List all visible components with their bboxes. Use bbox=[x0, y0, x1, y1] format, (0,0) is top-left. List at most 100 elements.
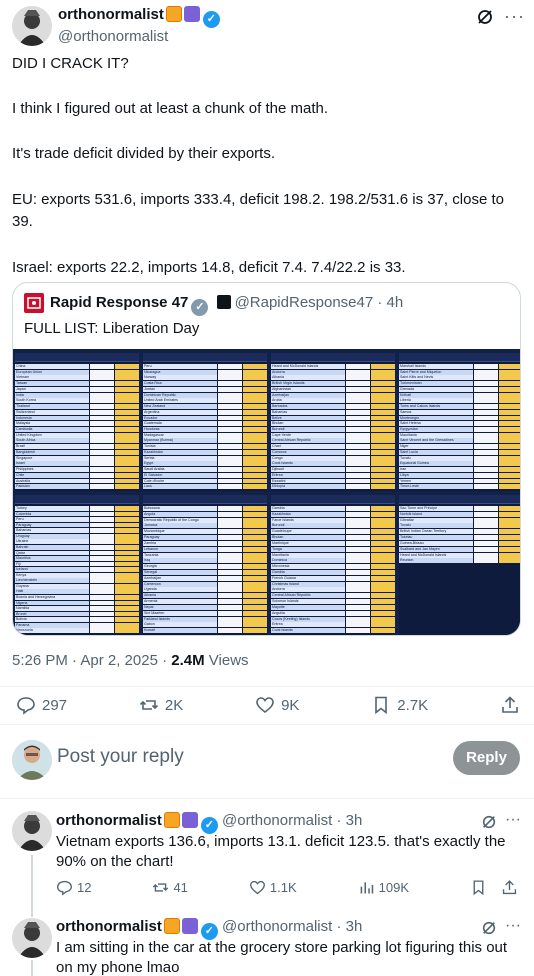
reply-action[interactable]: 12 bbox=[56, 879, 91, 896]
like-count: 1.1K bbox=[269, 879, 297, 895]
sheet-row: Brazil bbox=[15, 444, 139, 450]
author-handle[interactable]: @orthonormalist bbox=[58, 28, 220, 46]
share-icon[interactable] bbox=[501, 879, 518, 896]
country-name: Eswatini bbox=[271, 478, 346, 484]
tariff-charged-cell bbox=[217, 599, 243, 605]
reply-author-avatar[interactable] bbox=[12, 918, 52, 958]
more-options-icon[interactable]: ··· bbox=[504, 6, 525, 27]
repost-action[interactable]: 41 bbox=[152, 879, 188, 896]
country-name: British Virgin Islands bbox=[271, 381, 346, 387]
country-name: Uruguay bbox=[15, 533, 90, 539]
more-options-icon[interactable]: ··· bbox=[505, 917, 521, 935]
share-action[interactable] bbox=[500, 695, 520, 715]
tweet-timestamp[interactable]: 5:26 PM · Apr 2, 2025 · 2.4M Views bbox=[12, 652, 249, 669]
more-options-icon[interactable]: ··· bbox=[505, 811, 521, 829]
fire-badge-icon bbox=[165, 6, 182, 22]
tariff-charged-cell bbox=[473, 449, 499, 455]
sheet-row: Australia bbox=[15, 478, 139, 484]
repost-action[interactable]: 2K bbox=[139, 695, 183, 715]
bookmark-icon[interactable] bbox=[470, 879, 487, 896]
sheet-row: Afghanistan bbox=[271, 386, 395, 392]
grok-icon[interactable] bbox=[481, 920, 497, 936]
tariff-charged-cell bbox=[89, 595, 115, 600]
reciprocal-tariff-cell bbox=[370, 381, 395, 387]
tariff-charged-cell bbox=[217, 540, 243, 546]
reciprocal-tariff-cell bbox=[242, 517, 267, 523]
sheet-row: Martinique bbox=[271, 540, 395, 546]
tariff-charged-cell bbox=[89, 392, 115, 398]
tariff-charged-cell bbox=[217, 616, 243, 622]
heart-icon bbox=[249, 880, 265, 894]
sheet-row: Kenya bbox=[15, 572, 139, 578]
reciprocal-tariff-cell bbox=[370, 575, 395, 581]
tariff-charged-cell bbox=[473, 484, 499, 490]
tariff-charged-cell bbox=[217, 369, 243, 375]
reply-author-handle[interactable]: @orthonormalist · 3h bbox=[222, 812, 362, 829]
tariff-charged-cell bbox=[217, 455, 243, 461]
like-action[interactable]: 9K bbox=[255, 695, 299, 715]
sheet-row: Marshall Islands bbox=[399, 364, 520, 369]
reciprocal-tariff-cell bbox=[242, 449, 267, 455]
tariff-charged-cell bbox=[473, 386, 499, 392]
tariff-charged-cell bbox=[89, 364, 115, 369]
quote-text: FULL LIST: Liberation Day bbox=[24, 320, 200, 337]
reply-input[interactable]: Post your reply bbox=[57, 746, 184, 768]
sheet-row: Democratic Republic of the Congo bbox=[143, 517, 267, 523]
reciprocal-tariff-cell bbox=[370, 449, 395, 455]
sheet-row: Aruba bbox=[271, 398, 395, 404]
reciprocal-tariff-cell bbox=[370, 529, 395, 535]
reciprocal-tariff-cell bbox=[370, 628, 395, 634]
tariff-list-image[interactable]: China European Union Vietnam Taiwan Japan Ind… bbox=[13, 349, 520, 635]
author-name[interactable]: orthonormalist bbox=[58, 6, 164, 23]
reply-author-handle[interactable]: @orthonormalist · 3h bbox=[222, 918, 362, 935]
reciprocal-tariff-cell bbox=[242, 506, 267, 512]
tariff-charged-cell bbox=[89, 583, 115, 589]
reciprocal-tariff-cell bbox=[242, 540, 267, 546]
sheet-row: Faroe Islands bbox=[271, 517, 395, 523]
views-action[interactable]: 109K bbox=[358, 879, 409, 896]
reply-button[interactable]: Reply bbox=[453, 741, 520, 775]
user-avatar[interactable] bbox=[12, 740, 52, 780]
reply-action[interactable]: 297 bbox=[16, 695, 67, 715]
reciprocal-tariff-cell bbox=[114, 444, 139, 450]
reciprocal-tariff-cell bbox=[114, 364, 139, 369]
sheet-row: Nicaragua bbox=[143, 369, 267, 375]
sheet-row: Andorra bbox=[271, 587, 395, 593]
reciprocal-tariff-cell bbox=[114, 550, 139, 556]
country-name: Japan bbox=[15, 386, 90, 392]
tariff-charged-cell bbox=[217, 386, 243, 392]
country-name: Afghanistan bbox=[271, 386, 346, 392]
sheet-row: Eswatini bbox=[271, 478, 395, 484]
country-name: Guyana bbox=[15, 583, 90, 589]
reciprocal-tariff-cell bbox=[498, 398, 520, 404]
sheet-row: Fiji bbox=[15, 561, 139, 567]
reciprocal-tariff-cell bbox=[370, 375, 395, 381]
grok-icon[interactable] bbox=[476, 8, 494, 26]
tariff-charged-cell bbox=[217, 587, 243, 593]
country-name: Democratic Republic of the Congo bbox=[143, 517, 218, 523]
reciprocal-tariff-cell bbox=[114, 511, 139, 517]
country-name: Marshall Islands bbox=[399, 364, 474, 369]
divider bbox=[0, 724, 534, 725]
gov-badge-icon bbox=[216, 295, 231, 309]
reply-author-name[interactable]: orthonormalist bbox=[56, 812, 162, 829]
sheet-row: Samoa bbox=[399, 409, 520, 415]
reciprocal-tariff-cell bbox=[370, 461, 395, 467]
author-block: orthonormalist ✓ @orthonormalist bbox=[58, 6, 220, 46]
grok-icon[interactable] bbox=[481, 814, 497, 830]
bookmark-action[interactable]: 2.7K bbox=[371, 695, 428, 715]
sheet-row: Pakistan bbox=[15, 484, 139, 490]
author-avatar[interactable] bbox=[12, 6, 52, 46]
reply-author-avatar[interactable] bbox=[12, 811, 52, 851]
quote-author-handle: @RapidResponse47 · 4h bbox=[234, 294, 404, 311]
reciprocal-tariff-cell bbox=[242, 546, 267, 552]
reciprocal-tariff-cell bbox=[498, 421, 520, 427]
sheet-row: Anguilla bbox=[271, 610, 395, 616]
sheet-row: Guyana bbox=[15, 583, 139, 589]
reciprocal-tariff-cell bbox=[242, 369, 267, 375]
reply-author-name[interactable]: orthonormalist bbox=[56, 918, 162, 935]
quoted-tweet[interactable]: Rapid Response 47 ✓ @RapidResponse47 · 4h… bbox=[12, 282, 521, 636]
tweet-line bbox=[12, 119, 522, 139]
reciprocal-tariff-cell bbox=[242, 535, 267, 541]
like-action[interactable]: 1.1K bbox=[249, 879, 297, 896]
